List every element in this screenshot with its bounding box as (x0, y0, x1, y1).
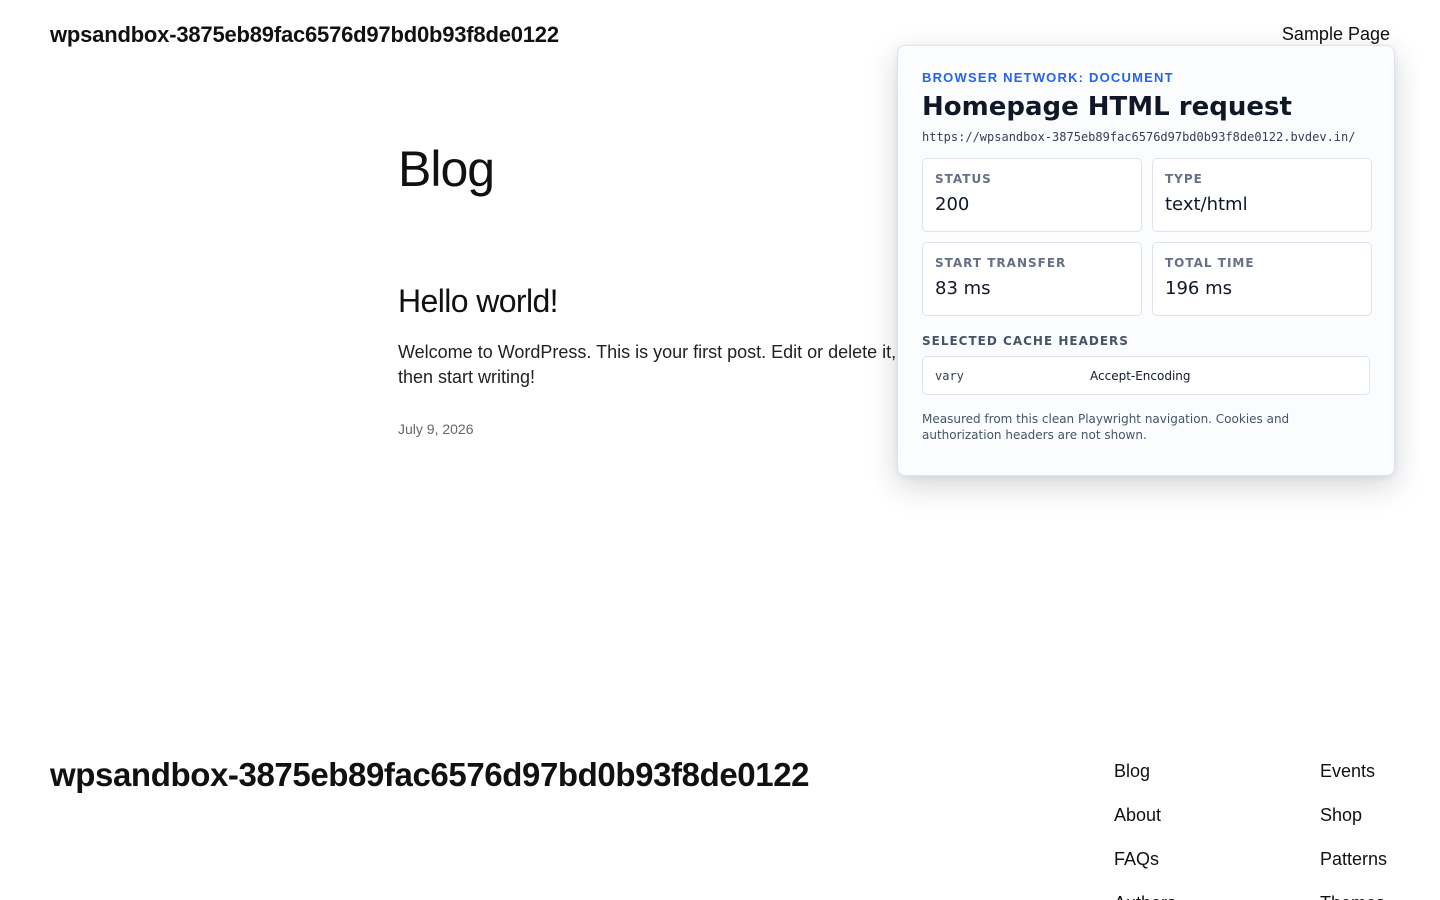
stat-card-start-transfer: Start transfer 83 ms (922, 242, 1142, 316)
stat-card-type: Type text/html (1152, 158, 1372, 232)
footer-nav-column-2: Events Shop Patterns Themes (1320, 758, 1387, 900)
footer-link-shop[interactable]: Shop (1320, 802, 1387, 846)
footer-link-blog[interactable]: Blog (1114, 758, 1176, 802)
cache-header-row: vary Accept-Encoding (922, 356, 1370, 395)
site-title-link[interactable]: wpsandbox-3875eb89fac6576d97bd0b93f8de01… (50, 22, 559, 48)
page-title: Blog (398, 141, 495, 197)
cache-header-value: Accept-Encoding (1090, 368, 1191, 383)
nav-link-sample-page[interactable]: Sample Page (1282, 24, 1390, 45)
footer-link-authors[interactable]: Authors (1114, 890, 1176, 900)
stat-value: 83 ms (935, 278, 991, 299)
post-title-link[interactable]: Hello world! (398, 283, 559, 320)
stat-label: Status (935, 172, 992, 186)
stat-value: 200 (935, 194, 970, 215)
page: wpsandbox-3875eb89fac6576d97bd0b93f8de01… (0, 0, 1440, 900)
footer-site-title-link[interactable]: wpsandbox-3875eb89fac6576d97bd0b93f8de01… (50, 756, 810, 794)
footer-link-about[interactable]: About (1114, 802, 1176, 846)
stat-label: Start transfer (935, 256, 1067, 270)
panel-footnote: Measured from this clean Playwright navi… (922, 412, 1290, 442)
footer-link-faqs[interactable]: FAQs (1114, 846, 1176, 890)
footer-link-events[interactable]: Events (1320, 758, 1387, 802)
stat-label: Type (1165, 172, 1203, 186)
stats-grid: Status 200 Type text/html Start transfer… (922, 158, 1372, 316)
stat-value: text/html (1165, 194, 1248, 215)
post-excerpt: Welcome to WordPress. This is your first… (398, 342, 897, 387)
post-date-link[interactable]: July 9, 2026 (398, 421, 474, 437)
stat-value: 196 ms (1165, 278, 1232, 299)
footer-nav: Blog About FAQs Authors Events Shop Patt… (1114, 758, 1404, 900)
cache-headers-label: Selected cache headers (922, 334, 1129, 348)
stat-label: Total time (1165, 256, 1255, 270)
cache-header-key: vary (935, 368, 964, 383)
footer-link-patterns[interactable]: Patterns (1320, 846, 1387, 890)
stat-card-status: Status 200 (922, 158, 1142, 232)
network-request-panel: Browser network: Document Homepage HTML … (897, 45, 1395, 476)
stat-card-total-time: Total time 196 ms (1152, 242, 1372, 316)
panel-title: Homepage HTML request (922, 92, 1292, 122)
footer-nav-column-1: Blog About FAQs Authors (1114, 758, 1176, 900)
footer-link-themes[interactable]: Themes (1320, 890, 1387, 900)
panel-eyebrow: Browser network: Document (922, 70, 1174, 85)
request-url: https://wpsandbox-3875eb89fac6576d97bd0b… (922, 130, 1356, 144)
